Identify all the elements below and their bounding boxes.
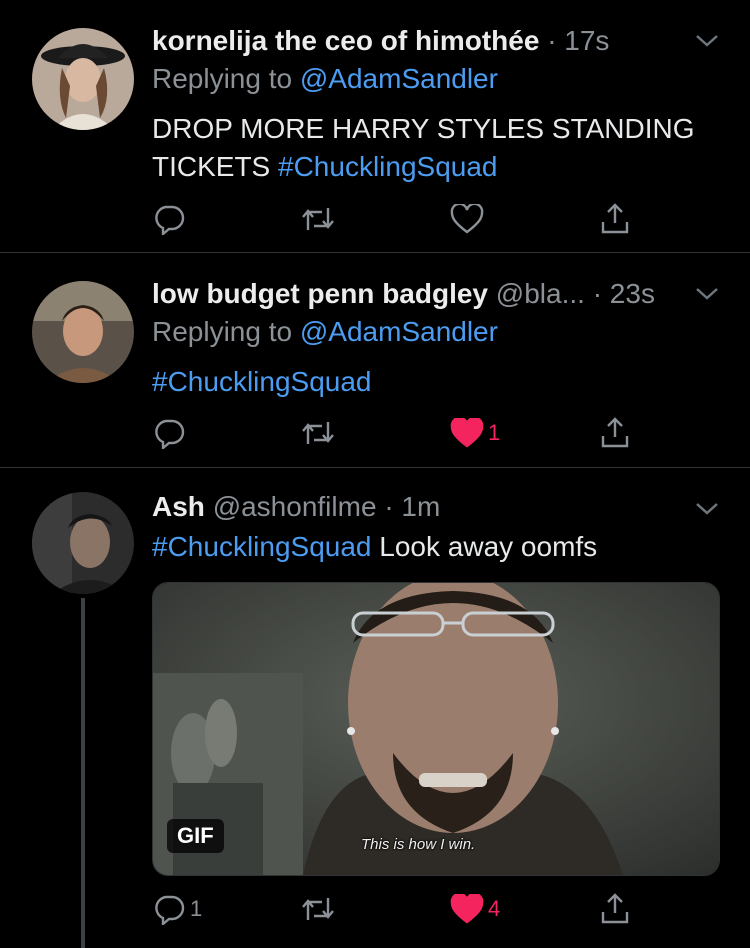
retweet-icon (302, 422, 334, 444)
reply-count: 1 (190, 896, 203, 921)
share-icon (601, 417, 629, 448)
reply-button[interactable] (152, 199, 190, 239)
like-count: 1 (488, 420, 501, 445)
mention-link[interactable]: @AdamSandler (300, 63, 498, 94)
tweet-header: low budget penn badgley @bla... · 23s (152, 277, 655, 311)
share-button[interactable] (598, 199, 632, 239)
handle[interactable]: @ashonfilme (213, 491, 377, 522)
tweet-2[interactable]: low budget penn badgley @bla... · 23s Re… (0, 253, 750, 467)
avatar[interactable] (32, 281, 134, 383)
chevron-down-icon[interactable] (694, 285, 720, 303)
retweet-icon (302, 898, 334, 920)
thread-line (81, 598, 85, 948)
avatar[interactable] (32, 492, 134, 594)
gif-caption: This is how I win. (361, 836, 476, 853)
replying-prefix: Replying to (152, 63, 300, 94)
like-icon (450, 894, 484, 924)
timestamp[interactable]: · 23s (593, 278, 655, 309)
share-icon (601, 893, 629, 924)
avatar[interactable] (32, 28, 134, 130)
hashtag-link[interactable]: #ChucklingSquad (152, 531, 372, 562)
tweet-actions: 1 4 (152, 889, 712, 929)
timestamp[interactable]: · 1m (384, 491, 440, 522)
tweet-header: kornelija the ceo of himothée · 17s (152, 24, 609, 58)
tweet-text-body: Look away oomfs (371, 531, 598, 562)
replying-prefix: Replying to (152, 316, 300, 347)
reply-icon (155, 419, 185, 449)
handle[interactable]: @bla... (496, 278, 585, 309)
replying-to: Replying to @AdamSandler (152, 62, 498, 96)
like-icon (450, 204, 484, 234)
like-icon (450, 418, 484, 448)
retweet-button[interactable] (300, 199, 340, 239)
hashtag-link[interactable]: #ChucklingSquad (152, 366, 372, 397)
reply-icon (155, 205, 185, 235)
share-button[interactable] (598, 413, 632, 453)
like-count: 4 (488, 896, 501, 921)
tweet-text-line: TICKETS (152, 151, 279, 182)
reply-icon (155, 895, 185, 925)
replying-to: Replying to @AdamSandler (152, 315, 498, 349)
tweet-actions (152, 199, 712, 239)
share-button[interactable] (598, 889, 632, 929)
gif-media[interactable]: GIF This is how I win. (152, 582, 720, 876)
retweet-button[interactable] (300, 889, 340, 929)
tweet-1[interactable]: kornelija the ceo of himothée · 17s Repl… (0, 0, 750, 252)
tweet-text-line: DROP MORE HARRY STYLES STANDING (152, 113, 695, 144)
like-button[interactable] (450, 199, 488, 239)
display-name[interactable]: Ash (152, 491, 205, 522)
retweet-icon (302, 208, 334, 230)
display-name[interactable]: kornelija the ceo of himothée (152, 25, 539, 56)
chevron-down-icon[interactable] (694, 500, 720, 518)
tweet-text: #ChucklingSquad (152, 363, 722, 401)
like-button[interactable]: 1 (450, 413, 500, 453)
like-button[interactable]: 4 (450, 889, 500, 929)
retweet-button[interactable] (300, 413, 340, 453)
tweet-text: DROP MORE HARRY STYLES STANDING TICKETS … (152, 110, 722, 186)
tweet-header: Ash @ashonfilme · 1m (152, 490, 440, 524)
reply-button[interactable]: 1 (152, 889, 202, 929)
mention-link[interactable]: @AdamSandler (300, 316, 498, 347)
share-icon (601, 203, 629, 234)
gif-frame (153, 583, 719, 875)
display-name[interactable]: low budget penn badgley (152, 278, 488, 309)
hashtag-link[interactable]: #ChucklingSquad (278, 151, 498, 182)
gif-badge: GIF (167, 819, 224, 853)
timestamp[interactable]: · 17s (547, 25, 609, 56)
tweet-text: #ChucklingSquad Look away oomfs (152, 528, 722, 566)
tweet-actions: 1 (152, 413, 712, 453)
reply-button[interactable] (152, 413, 190, 453)
chevron-down-icon[interactable] (694, 32, 720, 50)
